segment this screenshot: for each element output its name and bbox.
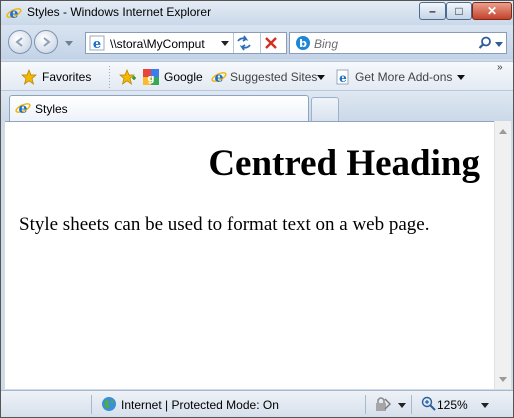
favorite-suggested-sites[interactable]: e Suggested Sites [211,69,326,85]
svg-text:e: e [10,6,19,21]
favorites-separator [109,66,110,88]
window-title: Styles - Windows Internet Explorer [27,5,212,19]
stop-icon[interactable] [264,36,278,53]
favorites-overflow-icon[interactable]: » [497,62,503,73]
ie-page-icon: e [336,69,349,85]
address-dropdown-icon[interactable] [221,41,229,46]
ie-icon: e [211,70,227,85]
google-icon: g [143,69,159,85]
maximize-icon: □ [455,4,463,18]
status-separator [411,395,412,414]
favorite-google[interactable]: g Google [143,69,205,85]
address-separator [260,33,261,53]
svg-text:g: g [147,74,154,85]
page-heading: Centred Heading [208,143,480,184]
zoom-level[interactable]: 125% [437,398,468,412]
search-options-icon[interactable] [495,42,503,47]
address-bar[interactable]: e \\stora\MyComput [85,32,287,54]
get-more-addons-dropdown-icon[interactable] [457,75,465,80]
address-input[interactable]: \\stora\MyComput [110,37,205,51]
minimize-icon: – [429,4,436,18]
close-button[interactable]: ✕ [472,2,512,20]
svg-text:e: e [19,101,28,116]
svg-text:e: e [339,71,347,85]
favorites-button[interactable]: Favorites [21,69,96,85]
security-zone-status[interactable]: Internet | Protected Mode: On [121,398,279,412]
tab-bar: e Styles [1,91,513,121]
favorite-get-more-addons[interactable]: e Get More Add-ons [335,69,467,85]
favorites-bar: Favorites g Google e Suggested Sites e G… [1,61,513,91]
page-icon: e [89,35,105,51]
minimize-button[interactable]: – [419,2,446,20]
history-dropdown-icon[interactable] [65,41,73,46]
favorites-star-icon [21,69,37,85]
page-content: Centred Heading Style sheets can be used… [5,121,494,389]
title-bar: e Styles - Windows Internet Explorer – □… [1,1,513,25]
add-favorite-star-icon [119,69,136,85]
status-bar: Internet | Protected Mode: On 125% [1,390,513,417]
back-button[interactable] [8,30,32,54]
add-to-favorites-bar-button[interactable] [119,69,137,85]
favorite-google-label: Google [164,70,203,84]
svg-text:e: e [215,70,224,85]
search-icon[interactable] [478,36,492,53]
bing-icon: b [294,35,312,54]
forward-arrow-icon [43,37,51,47]
favorites-label: Favorites [42,70,92,84]
navigation-bar: e \\stora\MyComput b Bing [1,25,513,59]
globe-icon [101,396,117,415]
search-input[interactable]: Bing [314,37,338,51]
refresh-icon[interactable] [235,35,253,54]
close-icon: ✕ [486,4,498,18]
maximize-button[interactable]: □ [446,2,472,20]
new-tab-button[interactable] [311,97,339,121]
suggested-sites-dropdown-icon[interactable] [317,75,325,80]
tab-label: Styles [35,102,68,116]
tab-styles[interactable]: e Styles [9,95,309,121]
browser-window: e Styles - Windows Internet Explorer – □… [0,0,514,418]
ie-logo-icon: e [6,5,22,21]
zoom-dropdown-icon[interactable] [481,403,489,408]
favorite-suggested-sites-label: Suggested Sites [230,70,318,84]
zoom-icon[interactable] [421,396,437,415]
scroll-down-icon[interactable] [499,377,507,382]
forward-button[interactable] [34,30,58,54]
svg-text:e: e [93,37,101,51]
page-paragraph: Style sheets can be used to format text … [19,214,430,235]
search-box[interactable]: b Bing [289,32,507,54]
status-separator [365,395,366,414]
favorite-get-more-addons-label: Get More Add-ons [355,70,453,84]
back-arrow-icon [15,37,23,47]
svg-text:b: b [299,37,307,50]
tab-ie-icon: e [15,100,31,116]
protected-mode-icon[interactable] [373,396,393,415]
scroll-up-icon[interactable] [499,129,507,134]
vertical-scrollbar[interactable] [494,121,511,389]
status-separator [91,395,92,414]
protected-mode-dropdown-icon[interactable] [398,403,406,408]
address-separator [233,33,234,53]
